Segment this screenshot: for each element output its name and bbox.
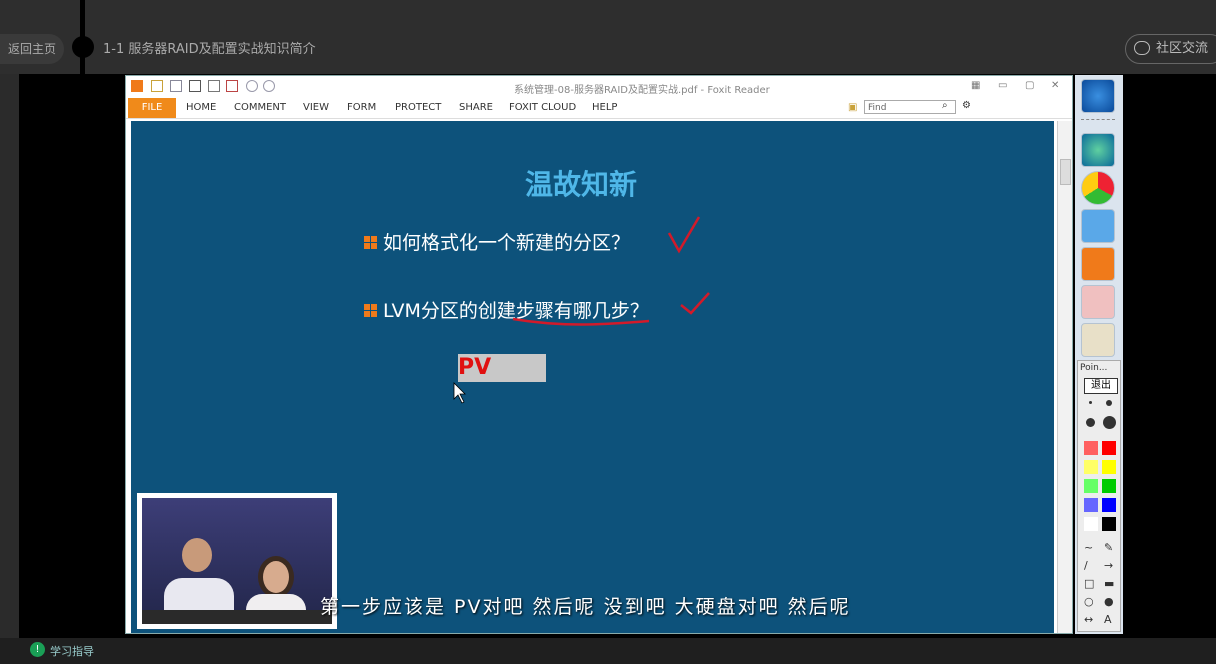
underline-mark [512, 317, 650, 326]
tab-view[interactable]: VIEW [303, 102, 329, 113]
layout-icon[interactable]: ▦ [971, 80, 980, 91]
chrome-icon[interactable] [1081, 171, 1115, 205]
reader-titlebar: 系统管理-08-服务器RAID及配置实战.pdf - Foxit Reader … [126, 76, 1072, 98]
drawing-tool[interactable]: ○ [1084, 595, 1094, 608]
color-swatch[interactable] [1102, 441, 1116, 455]
mouse-cursor-icon [453, 382, 466, 404]
save-icon[interactable] [170, 80, 182, 92]
small-dot-tool[interactable] [1089, 401, 1092, 404]
foxit-icon[interactable] [1081, 247, 1115, 281]
community-button[interactable]: 社区交流 [1125, 34, 1216, 64]
color-swatch[interactable] [1084, 498, 1098, 512]
video-subtitle: 第一步应该是 PV对吧 然后呢 没到吧 大硬盘对吧 然后呢 [320, 596, 851, 618]
drawing-tool[interactable]: / [1084, 559, 1088, 572]
tab-file[interactable]: FILE [128, 98, 176, 118]
timeline-dot [72, 36, 94, 58]
redo-icon[interactable] [263, 80, 275, 92]
webcam-overlay [137, 493, 337, 629]
color-swatch[interactable] [1102, 460, 1116, 474]
scroll-thumb[interactable] [1060, 159, 1071, 185]
color-swatch[interactable] [1084, 441, 1098, 455]
pen-icon[interactable] [1081, 285, 1115, 319]
guide-icon: ! [30, 642, 45, 657]
tab-comment[interactable]: COMMENT [234, 102, 286, 113]
color-swatch[interactable] [1102, 479, 1116, 493]
tab-help[interactable]: HELP [592, 102, 617, 113]
undo-icon[interactable] [246, 80, 258, 92]
drawing-tool[interactable]: □ [1084, 577, 1094, 590]
drawing-tool[interactable]: ↔ [1084, 613, 1093, 626]
color-swatch[interactable] [1084, 460, 1098, 474]
color-swatch[interactable] [1102, 498, 1116, 512]
open-icon[interactable] [151, 80, 163, 92]
document-title: 系统管理-08-服务器RAID及配置实战.pdf - Foxit Reader [514, 85, 770, 96]
color-swatch[interactable] [1102, 517, 1116, 531]
taskbar-divider [1081, 119, 1115, 126]
drawing-tool[interactable]: → [1104, 559, 1113, 572]
bottom-bar [0, 638, 1216, 664]
create-icon[interactable] [226, 80, 238, 92]
tab-form[interactable]: FORM [347, 102, 376, 113]
color-swatch[interactable] [1084, 517, 1098, 531]
large-dot-tool[interactable] [1086, 418, 1095, 427]
color-swatch[interactable] [1084, 479, 1098, 493]
tab-foxit-cloud[interactable]: FOXIT CLOUD [509, 102, 576, 113]
tab-home[interactable]: HOME [186, 102, 216, 113]
restore-icon[interactable]: ▢ [1025, 80, 1034, 91]
tab-protect[interactable]: PROTECT [395, 102, 441, 113]
back-home-button[interactable]: 返回主页 [0, 34, 64, 64]
gear-icon[interactable]: ⚙ [962, 100, 971, 111]
guide-link[interactable]: 学习指导 [50, 643, 94, 659]
pointer-panel: Poin... 退出 ~ ✎ / → □ ▬ ○ ● ↔ A [1077, 360, 1121, 632]
checkmark-2 [680, 292, 710, 315]
xlarge-dot-tool[interactable] [1103, 416, 1116, 429]
chat-bubble-icon [1134, 41, 1150, 55]
top-bar [0, 0, 1216, 74]
lesson-title: 1-1 服务器RAID及配置实战知识简介 [103, 42, 316, 57]
tab-share[interactable]: SHARE [459, 102, 493, 113]
close-icon[interactable]: ✕ [1051, 80, 1059, 91]
checkmark-1 [667, 216, 701, 254]
windows-start-icon[interactable] [1081, 79, 1115, 113]
drawing-tool[interactable]: ~ [1084, 541, 1093, 554]
print-icon[interactable] [189, 80, 201, 92]
vertical-scrollbar[interactable] [1057, 121, 1072, 633]
webcam-video [142, 498, 332, 624]
drawing-tool[interactable]: ● [1104, 595, 1114, 608]
drawing-tool[interactable]: ▬ [1104, 577, 1114, 590]
exit-button[interactable]: 退出 [1084, 378, 1118, 394]
drawing-tool[interactable]: A [1104, 613, 1112, 626]
app-icon[interactable] [1081, 133, 1115, 167]
screenshot-icon[interactable] [208, 80, 220, 92]
folder-search-icon[interactable]: ▣ [848, 102, 857, 113]
window-icon[interactable] [1081, 209, 1115, 243]
foxit-logo-icon [131, 80, 143, 92]
minimize-icon[interactable]: ▭ [998, 80, 1007, 91]
pv-answer-box: PV [458, 354, 546, 382]
search-icon[interactable]: ⌕ [942, 100, 948, 111]
pointer-tool-icon[interactable] [1081, 323, 1115, 357]
community-label: 社区交流 [1156, 41, 1209, 56]
medium-dot-tool[interactable] [1106, 400, 1112, 406]
pointer-panel-title: Poin... [1080, 363, 1108, 373]
drawing-tool[interactable]: ✎ [1104, 541, 1113, 554]
